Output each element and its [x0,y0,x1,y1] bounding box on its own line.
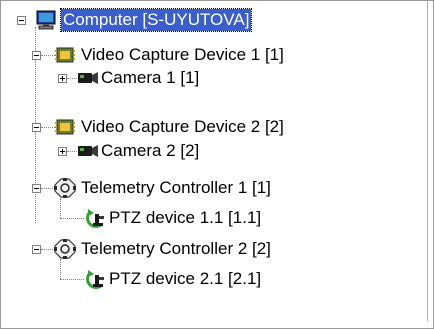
tree-node-computer[interactable]: Computer [S-UYUTOVA] [1,8,427,33]
tree-node-label: Camera 2 [2] [101,141,200,160]
tree-node-label: Telemetry Controller 1 [1] [81,178,271,197]
ptz-device-icon [85,269,107,289]
tree-node-camera[interactable]: Camera 2 [2] [1,140,427,164]
collapse-toggle[interactable] [32,245,41,254]
computer-icon [35,10,57,30]
tree-node-telemetry-controller[interactable]: Telemetry Controller 2 [2] [1,238,427,262]
collapse-toggle[interactable] [17,16,26,25]
tree-node-ptz-device[interactable]: PTZ device 1.1 [1.1] [1,207,427,231]
device-tree-panel: Computer [S-UYUTOVA] Video Capture Devic… [0,0,434,329]
panel-divider [427,1,428,321]
tree-node-video-capture-device[interactable]: Video Capture Device 2 [2] [1,116,427,140]
camera-icon [77,141,99,161]
tree-node-telemetry-controller[interactable]: Telemetry Controller 1 [1] [1,177,427,201]
collapse-toggle[interactable] [32,123,41,132]
device-tree[interactable]: Computer [S-UYUTOVA] Video Capture Devic… [1,1,427,328]
tree-node-video-capture-device[interactable]: Video Capture Device 1 [1] [1,44,427,68]
tree-node-label: Video Capture Device 2 [2] [81,117,284,136]
collapse-toggle[interactable] [32,51,41,60]
tree-node-label: PTZ device 1.1 [1.1] [109,208,262,227]
telemetry-controller-icon [54,239,76,259]
expand-toggle[interactable] [58,147,67,156]
expand-toggle[interactable] [58,74,67,83]
telemetry-controller-icon [54,178,76,198]
tree-node-label: Camera 1 [1] [101,68,200,87]
tree-node-label: Computer [S-UYUTOVA] [59,8,253,32]
video-capture-card-icon [54,117,76,137]
ptz-device-icon [85,208,107,228]
tree-node-label: Video Capture Device 1 [1] [81,45,284,64]
camera-icon [77,68,99,88]
collapse-toggle[interactable] [32,184,41,193]
tree-node-label: PTZ device 2.1 [2.1] [109,269,262,288]
video-capture-card-icon [54,45,76,65]
tree-node-camera[interactable]: Camera 1 [1] [1,67,427,91]
tree-node-label: Telemetry Controller 2 [2] [81,239,271,258]
tree-node-ptz-device[interactable]: PTZ device 2.1 [2.1] [1,268,427,292]
